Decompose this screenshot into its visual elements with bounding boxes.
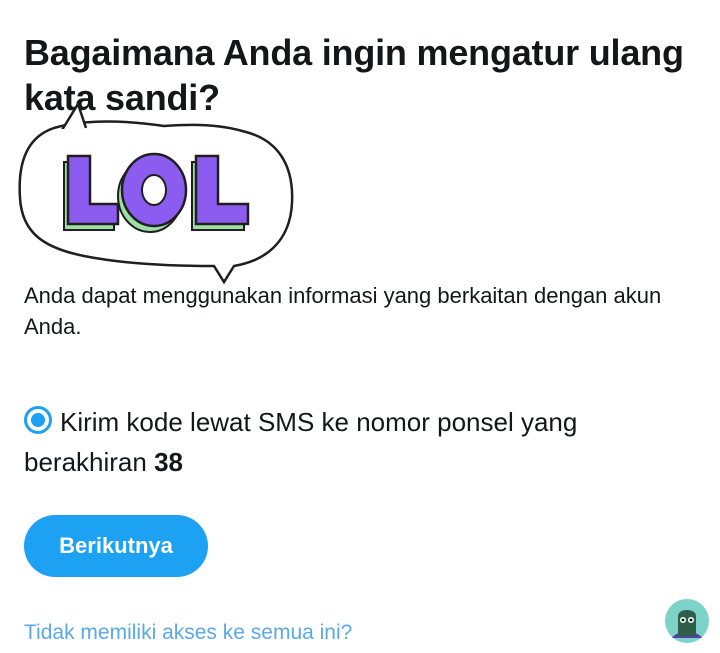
lol-sticker-icon[interactable] — [14, 98, 298, 290]
sms-option[interactable]: Kirim kode lewat SMS ke nomor ponsel yan… — [24, 402, 664, 482]
page: Bagaimana Anda ingin mengatur ulang kata… — [0, 0, 720, 653]
sms-option-label: Kirim kode lewat SMS ke nomor ponsel yan… — [24, 407, 578, 477]
avatar-icon[interactable] — [664, 598, 710, 644]
description-text: Anda dapat menggunakan informasi yang be… — [24, 283, 662, 339]
next-button[interactable]: Berikutnya — [24, 515, 208, 577]
no-access-link[interactable]: Tidak memiliki akses ke semua ini? — [24, 618, 352, 648]
phone-last-digits: 38 — [154, 447, 184, 477]
radio-selected-icon[interactable] — [24, 406, 52, 434]
